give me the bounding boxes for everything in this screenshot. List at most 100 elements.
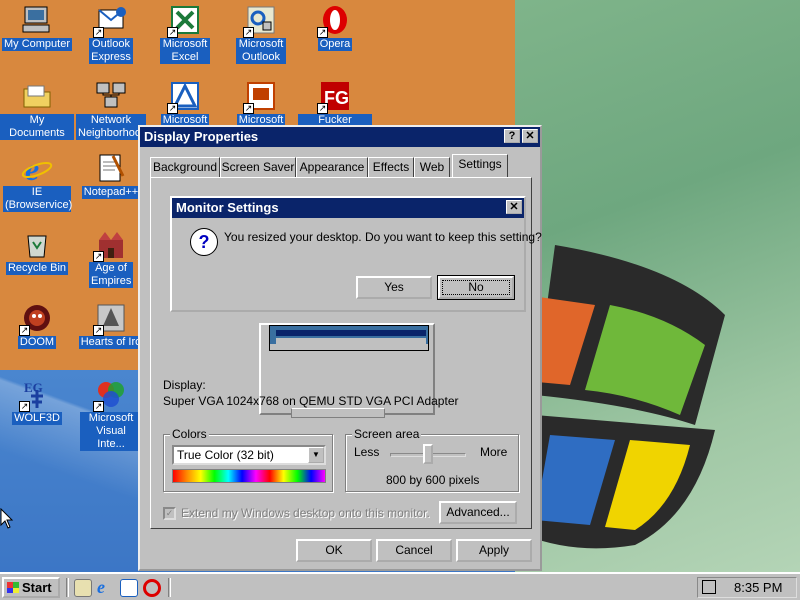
desktop-icon-opera[interactable]: ↗ Opera: [298, 4, 372, 51]
fg-icon: FG ↗: [317, 80, 351, 114]
desktop-icon-label: IE (Browservice): [3, 186, 73, 212]
outlook-express-quicklaunch-icon[interactable]: [120, 579, 138, 597]
close-button[interactable]: ✕: [522, 129, 538, 143]
screen-area-group-title: Screen area: [352, 427, 422, 441]
colors-group-title: Colors: [170, 427, 209, 441]
taskbar: Start e 8:35 PM: [0, 572, 800, 600]
extend-desktop-checkbox[interactable]: ✓: [163, 507, 176, 520]
shortcut-arrow-icon: ↗: [93, 325, 104, 336]
desktop-icon-label: DOOM: [17, 336, 57, 349]
display-settings-tray-icon[interactable]: [702, 580, 716, 594]
clock[interactable]: 8:35 PM: [734, 578, 782, 597]
desktop-icon-network-neighborhood[interactable]: Network Neighborhood: [74, 80, 148, 143]
desktop-icon-doom[interactable]: ↗ DOOM: [0, 302, 74, 349]
quicklaunch-divider-end: [168, 578, 171, 597]
quicklaunch-divider: [66, 578, 69, 597]
svg-text:EG: EG: [24, 380, 43, 395]
desktop-icon-label: My Documents: [0, 114, 74, 140]
display-properties-window: Display Properties ? ✕ Background Screen…: [138, 125, 542, 571]
desktop-icon-hearts-of-iron[interactable]: ↗ Hearts of Iro: [74, 302, 148, 349]
opera-quicklaunch-icon[interactable]: [143, 579, 161, 597]
shortcut-arrow-icon: ↗: [93, 251, 104, 262]
wolf3d-icon: EG ↗: [19, 378, 53, 412]
advanced-button[interactable]: Advanced...: [439, 501, 517, 524]
cancel-button[interactable]: Cancel: [376, 539, 452, 562]
window-title: Display Properties: [144, 129, 259, 144]
shortcut-arrow-icon: ↗: [167, 103, 178, 114]
network-icon: [95, 80, 127, 112]
screen-resolution-value: 800 by 600 pixels: [386, 473, 480, 487]
yes-button[interactable]: Yes: [356, 276, 432, 299]
shortcut-arrow-icon: ↗: [243, 27, 254, 38]
visual-interdev-icon: ↗: [93, 378, 127, 412]
notepad-icon: [95, 152, 127, 184]
tab-screen-saver[interactable]: Screen Saver: [220, 157, 296, 177]
colors-select[interactable]: True Color (32 bit) ▼: [172, 445, 326, 465]
desktop-icon-outlook-express[interactable]: ↗ Outlook Express: [74, 4, 148, 64]
recycle-bin-icon: [21, 228, 53, 260]
desktop-icon-label: Network Neighborhood: [76, 114, 146, 140]
desktop-icon-label: Notepad++: [81, 186, 141, 199]
desktop-icon-wolf3d[interactable]: EG ↗ WOLF3D: [0, 378, 74, 425]
desktop-icon-ie[interactable]: e IE (Browservice): [0, 151, 74, 212]
computer-icon: [21, 4, 53, 36]
dialog-message: You resized your desktop. Do you want to…: [224, 230, 542, 244]
tab-background[interactable]: Background: [150, 157, 220, 177]
desktop-icon-label: Outlook Express: [89, 38, 133, 64]
desktop-icon-recycle-bin[interactable]: Recycle Bin: [0, 228, 74, 275]
desktop-icon-age-of-empires[interactable]: ↗ Age of Empires: [74, 228, 148, 288]
desktop-icon-notepad-plus[interactable]: Notepad++: [74, 152, 148, 199]
desktop-icon-excel[interactable]: ↗ Microsoft Excel: [148, 4, 222, 64]
shortcut-arrow-icon: ↗: [317, 27, 328, 38]
access-icon: ↗: [167, 80, 201, 114]
desktop-icon-label: Opera: [317, 38, 353, 51]
show-desktop-icon[interactable]: [74, 579, 92, 597]
excel-icon: ↗: [167, 4, 201, 38]
dialog-titlebar[interactable]: Monitor Settings ✕: [172, 198, 524, 218]
chevron-down-icon[interactable]: ▼: [308, 447, 324, 463]
desktop-icon-label: Microsoft Visual Inte...: [80, 412, 142, 451]
ie-quicklaunch-icon[interactable]: e: [97, 578, 115, 597]
screen-area-slider-thumb[interactable]: [423, 444, 433, 464]
desktop-icon-microsoft-powerpoint[interactable]: ↗ Microsoft: [224, 80, 298, 127]
hearts-of-iron-icon: ↗: [93, 302, 127, 336]
desktop-icon-my-computer[interactable]: My Computer: [0, 4, 74, 51]
ok-button[interactable]: OK: [296, 539, 372, 562]
svg-text:e: e: [25, 152, 39, 184]
monitor-screen: [269, 325, 429, 351]
slider-less-label: Less: [354, 445, 380, 459]
monitor-stand: [291, 408, 385, 418]
window-titlebar[interactable]: Display Properties ? ✕: [140, 127, 540, 147]
tab-settings[interactable]: Settings: [452, 154, 508, 178]
desktop-icon-label: Microsoft Outlook: [236, 38, 286, 64]
folder-icon: [21, 80, 53, 112]
shortcut-arrow-icon: ↗: [167, 27, 178, 38]
dialog-close-button[interactable]: ✕: [506, 200, 522, 214]
outlook-icon: ↗: [243, 4, 277, 38]
tab-appearance[interactable]: Appearance: [296, 157, 368, 177]
tab-web[interactable]: Web: [414, 157, 450, 177]
screen-area-group: Screen area Less More 800 by 600 pixels: [345, 427, 519, 492]
desktop-icon-microsoft-access[interactable]: ↗ Microsoft: [148, 80, 222, 127]
mouse-cursor-icon: [0, 508, 14, 529]
apply-button[interactable]: Apply: [456, 539, 532, 562]
slider-more-label: More: [480, 445, 508, 459]
desktop-icon-visual-interdev[interactable]: ↗ Microsoft Visual Inte...: [74, 378, 148, 451]
extend-desktop-label: Extend my Windows desktop onto this moni…: [181, 506, 430, 520]
dialog-title: Monitor Settings: [176, 200, 279, 215]
colors-group: Colors True Color (32 bit) ▼: [163, 427, 333, 492]
tab-effects[interactable]: Effects: [368, 157, 414, 177]
no-button[interactable]: No: [437, 275, 515, 300]
colors-selected-value: True Color (32 bit): [177, 448, 274, 462]
desktop-icon-outlook[interactable]: ↗ Microsoft Outlook: [224, 4, 298, 64]
desktop-icon-my-documents[interactable]: My Documents: [0, 80, 74, 140]
shortcut-arrow-icon: ↗: [317, 103, 328, 114]
system-tray: 8:35 PM: [697, 577, 797, 598]
start-button[interactable]: Start: [2, 577, 60, 598]
monitor-settings-dialog: Monitor Settings ✕ ? You resized your de…: [170, 196, 542, 312]
help-button[interactable]: ?: [504, 129, 520, 143]
shortcut-arrow-icon: ↗: [19, 325, 30, 336]
display-adapter-value: Super VGA 1024x768 on QEMU STD VGA PCI A…: [163, 394, 459, 408]
color-spectrum-bar: [172, 469, 326, 483]
desktop-icon-label: Recycle Bin: [5, 262, 69, 275]
